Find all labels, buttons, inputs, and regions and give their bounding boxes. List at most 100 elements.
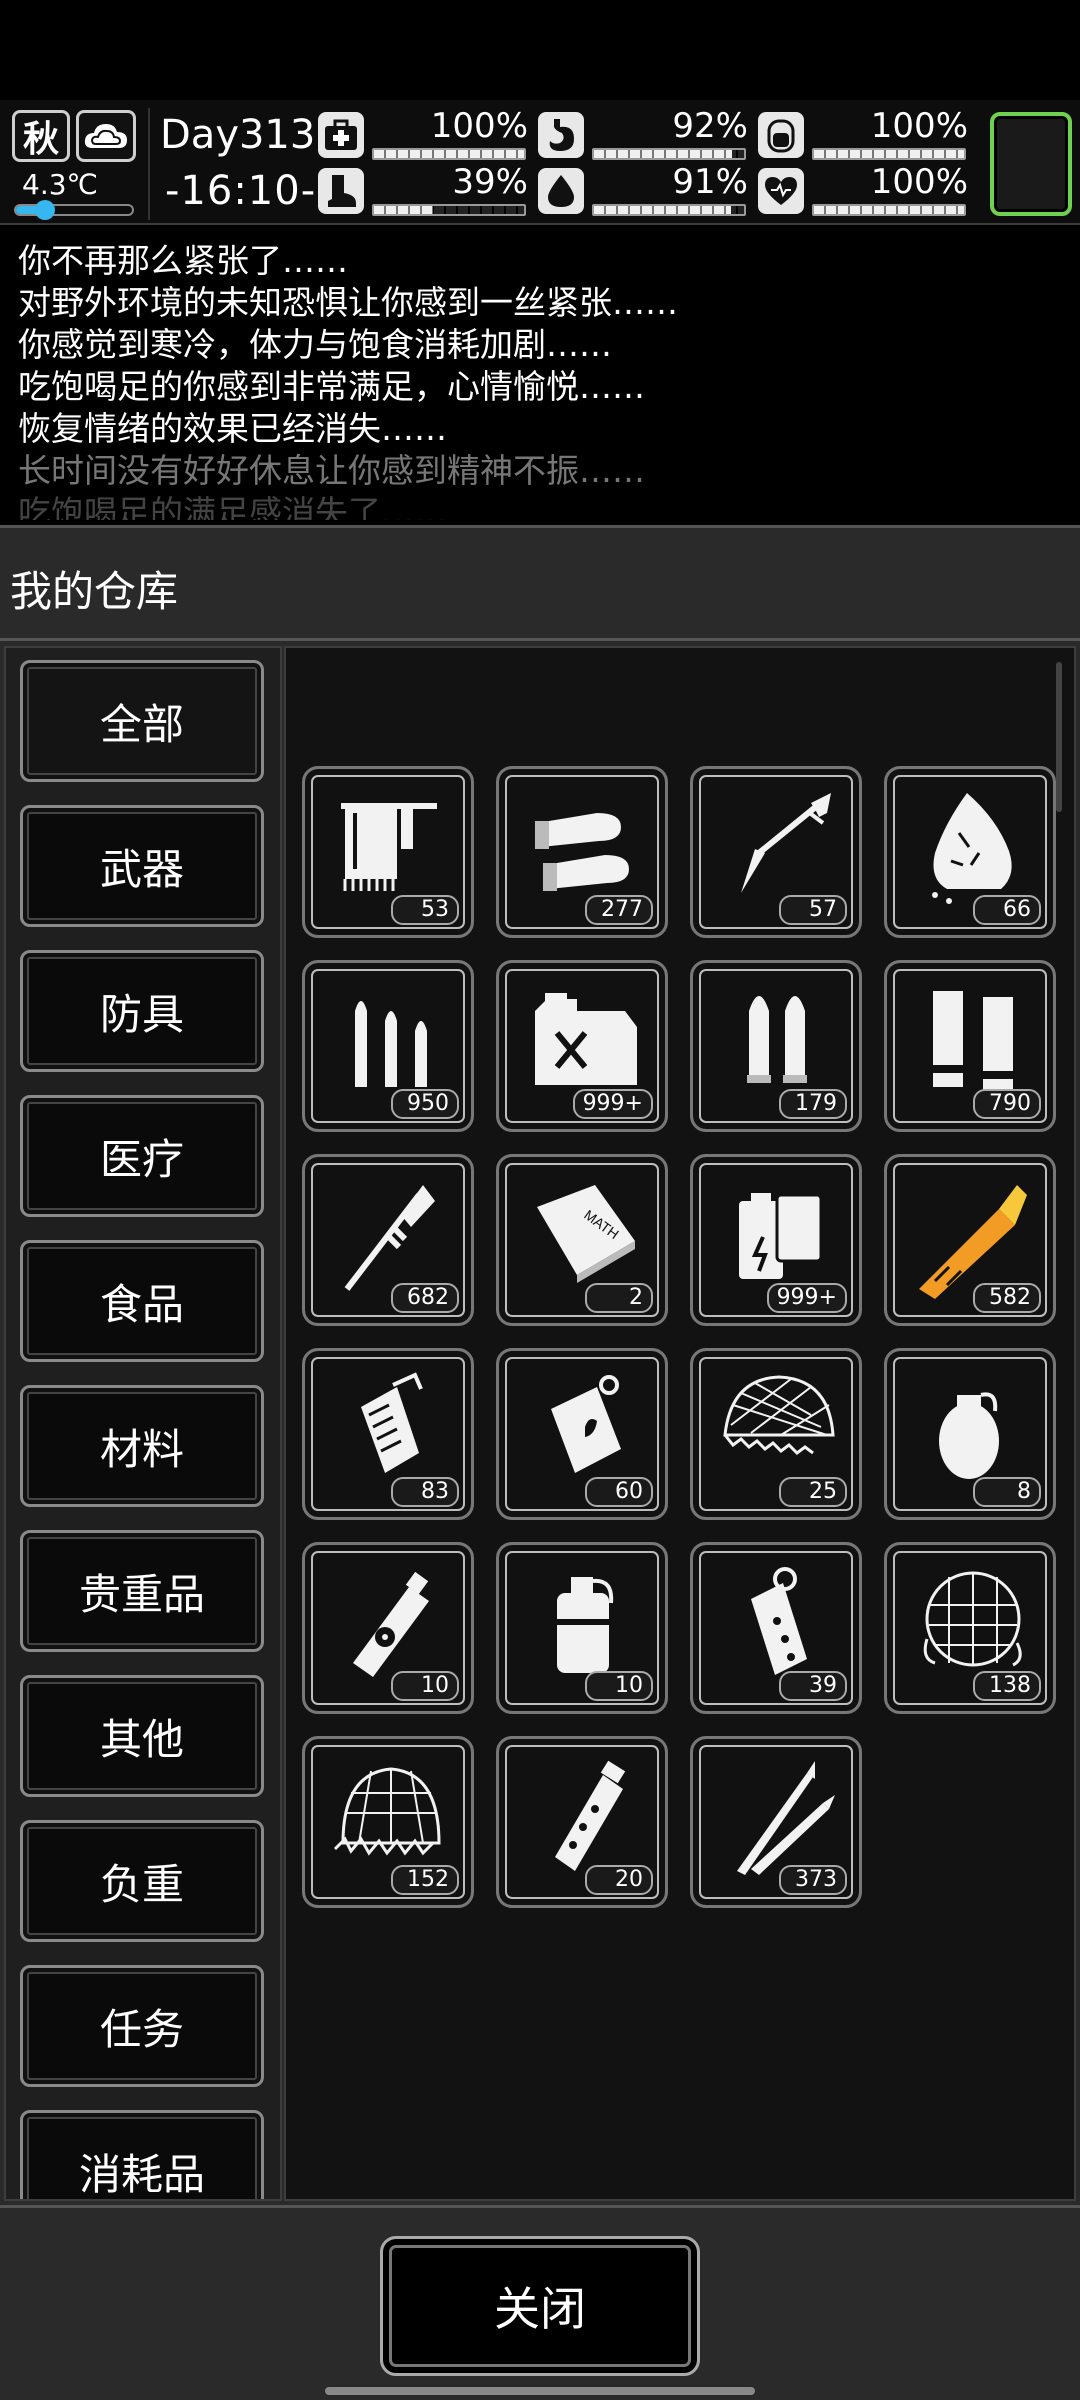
- item-slot[interactable]: 25: [690, 1348, 862, 1520]
- item-slot[interactable]: 373: [690, 1736, 862, 1908]
- item-slot[interactable]: 179: [690, 960, 862, 1132]
- item-slot[interactable]: MATH 2: [496, 1154, 668, 1326]
- flashbang-grenade-icon: [361, 1372, 423, 1473]
- category-valuables-button[interactable]: 贵重品: [20, 1530, 264, 1652]
- day-counter: Day313: [160, 112, 316, 158]
- item-slot[interactable]: 999+: [690, 1154, 862, 1326]
- item-count-badge: 25: [779, 1477, 847, 1507]
- item-slot[interactable]: 682: [302, 1154, 474, 1326]
- item-slot[interactable]: 138: [884, 1542, 1056, 1714]
- item-count-badge: 20: [585, 1865, 653, 1895]
- glue-tube-icon: [919, 1185, 1027, 1299]
- log-line: 你感觉到寒冷，体力与饱食消耗加剧……: [18, 325, 612, 364]
- stat-mood-bar-fill: [814, 206, 964, 214]
- stun-grenade-icon: [751, 1567, 807, 1675]
- item-slot[interactable]: 66: [884, 766, 1056, 938]
- item-slot[interactable]: 10: [496, 1542, 668, 1714]
- item-count-badge: 682: [391, 1283, 459, 1313]
- category-consumables-button[interactable]: 消耗品: [20, 2110, 264, 2199]
- item-slot[interactable]: 83: [302, 1348, 474, 1520]
- log-line: 对野外环境的未知恐惧让你感到一丝紧张……: [18, 283, 678, 322]
- item-slot[interactable]: 277: [496, 766, 668, 938]
- log-line: 长时间没有好好休息让你感到精神不振……: [18, 451, 645, 490]
- hud-divider: [148, 108, 150, 220]
- item-count-badge: 790: [973, 1089, 1041, 1119]
- battery-icon: [758, 112, 804, 158]
- stat-stamina-bar-fill: [374, 206, 433, 214]
- medkit-icon: [318, 112, 364, 158]
- item-slot[interactable]: 60: [496, 1348, 668, 1520]
- stat-thirst-bar: [592, 204, 746, 216]
- item-count-badge: 999+: [572, 1089, 653, 1119]
- category-all-button[interactable]: 全部: [20, 660, 264, 782]
- stat-thirst-value: 91%: [672, 162, 748, 202]
- category-list[interactable]: 全部 武器 防具 医疗 食品 材料 贵重品 其他 负重 任务 消耗品: [4, 646, 282, 2201]
- item-count-badge: 179: [779, 1089, 847, 1119]
- category-weapons-button[interactable]: 武器: [20, 805, 264, 927]
- home-indicator[interactable]: [325, 2387, 755, 2395]
- category-medical-button[interactable]: 医疗: [20, 1095, 264, 1217]
- fuel-can-icon: [535, 993, 637, 1085]
- sniper-rounds-icon: [737, 1761, 835, 1875]
- item-count-badge: 60: [585, 1477, 653, 1507]
- item-count-badge: 373: [779, 1865, 847, 1895]
- category-food-button[interactable]: 食品: [20, 1240, 264, 1362]
- stat-thirst: 91%: [538, 162, 748, 216]
- item-slot[interactable]: 950: [302, 960, 474, 1132]
- cloth-rag-icon: [932, 793, 1012, 904]
- item-slot[interactable]: 582: [884, 1154, 1056, 1326]
- stat-armor-bar: [812, 148, 966, 160]
- net-ball-icon: [923, 1571, 1022, 1667]
- stat-mood-bar: [812, 204, 966, 216]
- rifle-bullets-icon: [355, 1001, 427, 1087]
- smoke-grenade-icon: [557, 1577, 614, 1673]
- log-line: 吃饱喝足的你感到非常满足，心情愉悦……: [18, 367, 645, 406]
- category-quest-button[interactable]: 任务: [20, 1965, 264, 2087]
- panel-title: 我的仓库: [10, 567, 179, 616]
- stat-stamina-value: 39%: [452, 162, 528, 202]
- item-slot[interactable]: 53: [302, 766, 474, 938]
- stat-stamina-bar: [372, 204, 526, 216]
- item-count-badge: 2: [585, 1283, 653, 1313]
- item-slot[interactable]: 999+: [496, 960, 668, 1132]
- item-slot[interactable]: 8: [884, 1348, 1056, 1520]
- bottom-bar: 关闭: [0, 2205, 1080, 2400]
- quick-slot[interactable]: [990, 112, 1072, 216]
- warehouse-panel: 我的仓库 全部 武器 防具 医疗 食品 材料 贵重品 其他 负重 任务 消耗品 …: [0, 525, 1080, 2400]
- item-count-badge: 83: [391, 1477, 459, 1507]
- heart-icon: [758, 168, 804, 214]
- item-count-badge: 10: [585, 1671, 653, 1701]
- stat-health: 100%: [318, 106, 528, 160]
- close-button[interactable]: 关闭: [380, 2236, 700, 2376]
- stat-health-value: 100%: [430, 106, 528, 146]
- item-slot[interactable]: 10: [302, 1542, 474, 1714]
- category-materials-button[interactable]: 材料: [20, 1385, 264, 1507]
- item-count-badge: 8: [973, 1477, 1041, 1507]
- item-count-badge: 57: [779, 895, 847, 925]
- item-slot[interactable]: 20: [496, 1736, 668, 1908]
- math-book-icon: MATH: [537, 1185, 635, 1283]
- item-slot[interactable]: 57: [690, 766, 862, 938]
- cloud-icon: [84, 124, 127, 148]
- category-carry-button[interactable]: 负重: [20, 1820, 264, 1942]
- title-divider: [0, 638, 1080, 641]
- temperature-readout: 4.3℃: [22, 168, 98, 201]
- shotgun-shells-icon: [535, 813, 629, 891]
- item-slot[interactable]: 790: [884, 960, 1056, 1132]
- item-count-badge: 10: [391, 1671, 459, 1701]
- stomach-icon: [538, 112, 584, 158]
- grid-scrollbar[interactable]: [1056, 662, 1062, 812]
- item-slot[interactable]: 152: [302, 1736, 474, 1908]
- pistol-bullets-icon: [747, 996, 807, 1083]
- item-grid[interactable]: 53 277 57 66 950 999+ 179 790 682 MATH 2 999+ 582 83 6…: [284, 646, 1076, 2201]
- game-clock: -16:10-: [165, 168, 317, 214]
- item-slot[interactable]: 39: [690, 1542, 862, 1714]
- stat-stamina: 39%: [318, 162, 528, 216]
- stat-hunger: 92%: [538, 106, 748, 160]
- category-other-button[interactable]: 其他: [20, 1675, 264, 1797]
- stat-hunger-bar-fill: [594, 150, 732, 158]
- category-armor-button[interactable]: 防具: [20, 950, 264, 1072]
- stat-mood-value: 100%: [870, 162, 968, 202]
- item-count-badge: 39: [779, 1671, 847, 1701]
- stat-armor-value: 100%: [870, 106, 968, 146]
